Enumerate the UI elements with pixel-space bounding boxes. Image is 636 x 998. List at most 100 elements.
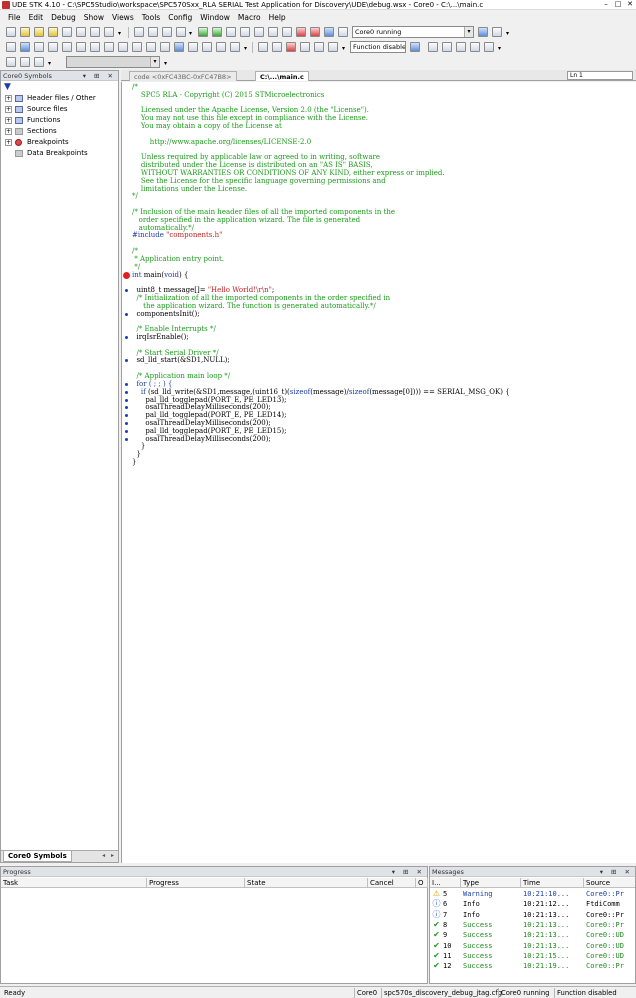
- expand-icon[interactable]: +: [5, 128, 12, 135]
- script-icon[interactable]: [188, 42, 198, 52]
- toolbar-overflow-icon[interactable]: ▾: [506, 30, 509, 37]
- go-icon[interactable]: [198, 27, 208, 37]
- open-folder-icon[interactable]: [20, 27, 30, 37]
- column-progress[interactable]: Progress: [147, 878, 245, 888]
- tree-item-sections[interactable]: + Sections: [1, 126, 118, 137]
- toggle-breakpoint-icon[interactable]: [300, 42, 310, 52]
- save-icon[interactable]: [62, 27, 72, 37]
- column-cancel[interactable]: Cancel: [368, 878, 416, 888]
- executable-line-marker-icon[interactable]: [125, 437, 128, 441]
- reset-icon[interactable]: [310, 27, 320, 37]
- reload-icon[interactable]: [272, 42, 282, 52]
- code-line[interactable]: #include "components.h": [132, 232, 632, 240]
- tree-item-data-breakpoints[interactable]: Data Breakpoints: [1, 148, 118, 159]
- return-icon[interactable]: [268, 27, 278, 37]
- line-indicator[interactable]: Ln 1: [567, 71, 633, 80]
- executable-line-marker-icon[interactable]: [125, 312, 128, 316]
- open-workspace-icon[interactable]: [34, 27, 44, 37]
- tab-code-range[interactable]: code <0xFC43BC-0xFC47B8>: [129, 71, 237, 81]
- trace-icon[interactable]: [132, 42, 142, 52]
- call-stack-icon[interactable]: [104, 42, 114, 52]
- function-state-combo[interactable]: Function disabled: [350, 41, 406, 53]
- code-line[interactable]: limitations under the License.: [132, 185, 632, 194]
- maximize-button[interactable]: □: [612, 0, 624, 9]
- step-into-icon[interactable]: [226, 27, 236, 37]
- filter-icon[interactable]: ▼: [4, 82, 11, 92]
- registers-view-icon[interactable]: [62, 42, 72, 52]
- message-row[interactable]: ✔ 8 Success 10:21:13... Core0::Pr: [430, 920, 635, 930]
- panel-window-buttons[interactable]: ▾ ⊞ ✕: [83, 71, 116, 81]
- menu-show[interactable]: Show: [80, 11, 108, 25]
- table-view-icon[interactable]: [216, 42, 226, 52]
- function-filter-icon[interactable]: [484, 42, 494, 52]
- layout-icon[interactable]: [20, 57, 30, 67]
- disassembly-view-icon[interactable]: [48, 42, 58, 52]
- expand-icon[interactable]: +: [5, 95, 12, 102]
- editor-gutter[interactable]: [122, 82, 131, 863]
- print-icon[interactable]: [90, 27, 100, 37]
- executable-line-marker-icon[interactable]: [125, 398, 128, 402]
- core-options-icon[interactable]: [492, 27, 502, 37]
- menu-help[interactable]: Help: [265, 11, 290, 25]
- tree-item-source-files[interactable]: + Source files: [1, 104, 118, 115]
- code-line[interactable]: }: [132, 458, 632, 467]
- program-flash-icon[interactable]: [6, 42, 16, 52]
- message-row[interactable]: ✔ 12 Success 10:21:19... Core0::Pr: [430, 961, 635, 971]
- executable-line-marker-icon[interactable]: [125, 336, 128, 339]
- code-line[interactable]: SPC5 RLA - Copyright (C) 2015 STMicroele…: [132, 91, 632, 100]
- code-line[interactable]: }: [132, 450, 632, 459]
- message-row[interactable]: ✔ 9 Success 10:21:13... Core0::UD: [430, 930, 635, 940]
- chart-view-icon[interactable]: [202, 42, 212, 52]
- code-line[interactable]: irqIsrEnable();: [125, 333, 632, 342]
- toolbar-overflow-icon[interactable]: ▾: [48, 60, 51, 67]
- menu-window[interactable]: Window: [196, 11, 234, 25]
- terminal-icon[interactable]: [118, 42, 128, 52]
- menu-edit[interactable]: Edit: [25, 11, 48, 25]
- locals-view-icon[interactable]: [90, 42, 100, 52]
- panel-window-buttons[interactable]: ▾ ⊞ ✕: [392, 867, 425, 877]
- code-line[interactable]: int main(void) {: [123, 271, 632, 280]
- help-icon[interactable]: [230, 42, 240, 52]
- executable-line-marker-icon[interactable]: [125, 390, 128, 394]
- message-row[interactable]: ✔ 11 Success 10:21:15... Core0::UD: [430, 951, 635, 961]
- expand-icon[interactable]: +: [5, 117, 12, 124]
- copy-icon[interactable]: [148, 27, 158, 37]
- save-all-icon[interactable]: [76, 27, 86, 37]
- column-state[interactable]: State: [245, 878, 368, 888]
- minimize-button[interactable]: –: [600, 0, 612, 9]
- new-file-icon[interactable]: [6, 27, 16, 37]
- step-over-icon[interactable]: [240, 27, 250, 37]
- code-line[interactable]: */: [132, 263, 632, 272]
- breakpoint-marker-icon[interactable]: [123, 272, 130, 279]
- run-icon[interactable]: [212, 27, 222, 37]
- menu-macro[interactable]: Macro: [234, 11, 265, 25]
- toolbar-overflow-icon[interactable]: ▾: [189, 30, 192, 37]
- toolbar-overflow-icon[interactable]: ▾: [342, 45, 345, 52]
- column-time[interactable]: Time: [521, 878, 584, 888]
- code-line[interactable]: /* Enable Interrupts */: [132, 325, 632, 334]
- column-source[interactable]: Source: [584, 878, 635, 888]
- message-row[interactable]: ⓘ 6 Info 10:21:12... FtdiComm: [430, 899, 635, 909]
- find-icon[interactable]: [176, 27, 186, 37]
- column-task[interactable]: Task: [1, 878, 147, 888]
- code-line[interactable]: the application wizard. The function is …: [132, 302, 632, 311]
- menu-debug[interactable]: Debug: [47, 11, 80, 25]
- executable-line-marker-icon[interactable]: [125, 421, 128, 425]
- toolbar-overflow-icon[interactable]: ▾: [498, 45, 501, 52]
- code-line[interactable]: componentsInit();: [125, 310, 632, 319]
- breakpoint-icon[interactable]: [286, 42, 296, 52]
- watch-view-icon[interactable]: [76, 42, 86, 52]
- hand-icon[interactable]: [338, 27, 348, 37]
- bookmark-icon[interactable]: [328, 42, 338, 52]
- tab-main-c[interactable]: C:\...\main.c: [255, 71, 309, 81]
- message-row[interactable]: ⓘ 7 Info 10:21:13... Core0::Pr: [430, 910, 635, 920]
- column-type[interactable]: Type: [461, 878, 521, 888]
- code-line[interactable]: order specified in the application wizar…: [132, 216, 632, 225]
- code-line[interactable]: [132, 240, 632, 248]
- profiling-icon[interactable]: [146, 42, 156, 52]
- code-line[interactable]: You may obtain a copy of the License at: [132, 122, 632, 131]
- paste-icon[interactable]: [162, 27, 172, 37]
- function-list-icon[interactable]: [456, 42, 466, 52]
- core-status-combo[interactable]: Core0 running ▾: [352, 26, 474, 38]
- executable-line-marker-icon[interactable]: [125, 382, 128, 386]
